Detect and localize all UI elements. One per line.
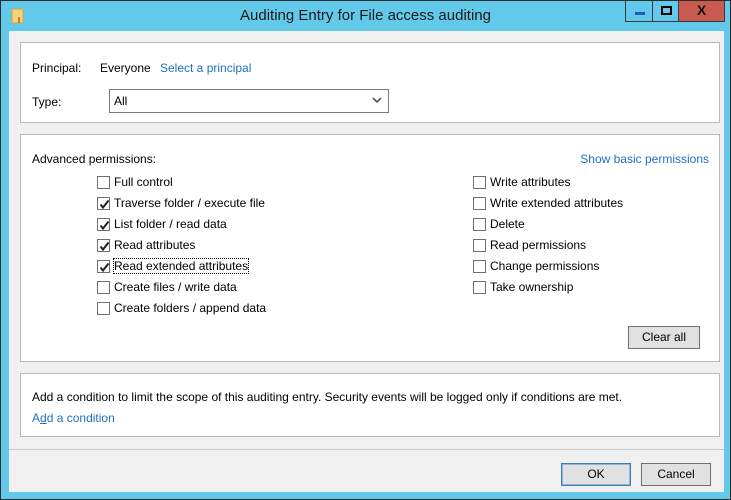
permission-checkbox[interactable] (97, 197, 110, 210)
window-title: Auditing Entry for File access auditing (240, 7, 491, 24)
type-select[interactable]: All (109, 89, 389, 113)
add-condition-link-rest: d a condition (46, 411, 115, 425)
permissions-heading: Advanced permissions: (32, 152, 157, 166)
permission-label: Create files / write data (114, 280, 237, 294)
principal-label: Principal: (32, 61, 82, 75)
cancel-button[interactable]: Cancel (641, 463, 711, 486)
permission-label: Take ownership (490, 280, 574, 294)
minimize-icon (635, 12, 645, 15)
permission-label: Delete (490, 217, 525, 231)
permission-label: Change permissions (490, 259, 600, 273)
permission-checkbox[interactable] (473, 197, 486, 210)
ok-button[interactable]: OK (561, 463, 631, 486)
type-select-value: All (114, 94, 128, 108)
permission-checkbox[interactable] (97, 260, 110, 273)
checkmark-icon (99, 241, 110, 252)
permission-checkbox[interactable] (473, 260, 486, 273)
permission-checkbox[interactable] (97, 281, 110, 294)
permission-label: Traverse folder / execute file (114, 196, 265, 210)
principal-value: Everyone (100, 61, 151, 75)
permission-label: Write attributes (490, 175, 571, 189)
minimize-button[interactable] (625, 1, 653, 22)
checkmark-icon (99, 199, 110, 210)
permission-checkbox[interactable] (97, 239, 110, 252)
type-label: Type: (32, 95, 62, 109)
permission-label: Full control (114, 175, 173, 189)
permission-label: Read permissions (490, 238, 587, 252)
add-condition-link-prefix: A (32, 411, 41, 425)
close-button[interactable]: X (678, 1, 725, 22)
maximize-icon (661, 6, 672, 15)
maximize-button[interactable] (652, 1, 679, 22)
show-basic-permissions-link[interactable]: Show basic permissions (580, 152, 709, 166)
permission-checkbox[interactable] (97, 218, 110, 231)
permission-checkbox[interactable] (97, 302, 110, 315)
permission-checkbox[interactable] (97, 176, 110, 189)
add-condition-link[interactable]: Add a condition (32, 411, 115, 425)
condition-group: Add a condition to limit the scope of th… (20, 373, 720, 437)
permission-checkbox[interactable] (473, 218, 486, 231)
permission-label: Read attributes (114, 238, 196, 252)
dialog-window: Auditing Entry for File access auditing … (0, 0, 731, 500)
chevron-down-icon (372, 94, 382, 104)
clear-all-button[interactable]: Clear all (628, 326, 700, 349)
add-condition-accelerator: d (40, 411, 47, 425)
permission-label: Read extended attributes (112, 258, 250, 274)
dialog-client: Principal: Everyone Select a principal T… (9, 31, 724, 492)
principal-group: Principal: Everyone Select a principal T… (20, 42, 720, 123)
permission-label: Write extended attributes (490, 196, 624, 210)
permission-label: List folder / read data (114, 217, 227, 231)
close-icon: X (696, 2, 707, 18)
select-principal-link[interactable]: Select a principal (160, 61, 251, 75)
title-bar[interactable]: Auditing Entry for File access auditing … (1, 1, 730, 31)
footer-divider (9, 449, 724, 450)
permission-checkbox[interactable] (473, 176, 486, 189)
condition-description: Add a condition to limit the scope of th… (32, 390, 623, 404)
checkmark-icon (99, 262, 110, 273)
permission-checkbox[interactable] (473, 239, 486, 252)
permissions-group: Advanced permissions: Show basic permiss… (20, 134, 720, 362)
checkmark-icon (99, 220, 110, 231)
permission-checkbox[interactable] (473, 281, 486, 294)
permission-label: Create folders / append data (114, 301, 267, 315)
